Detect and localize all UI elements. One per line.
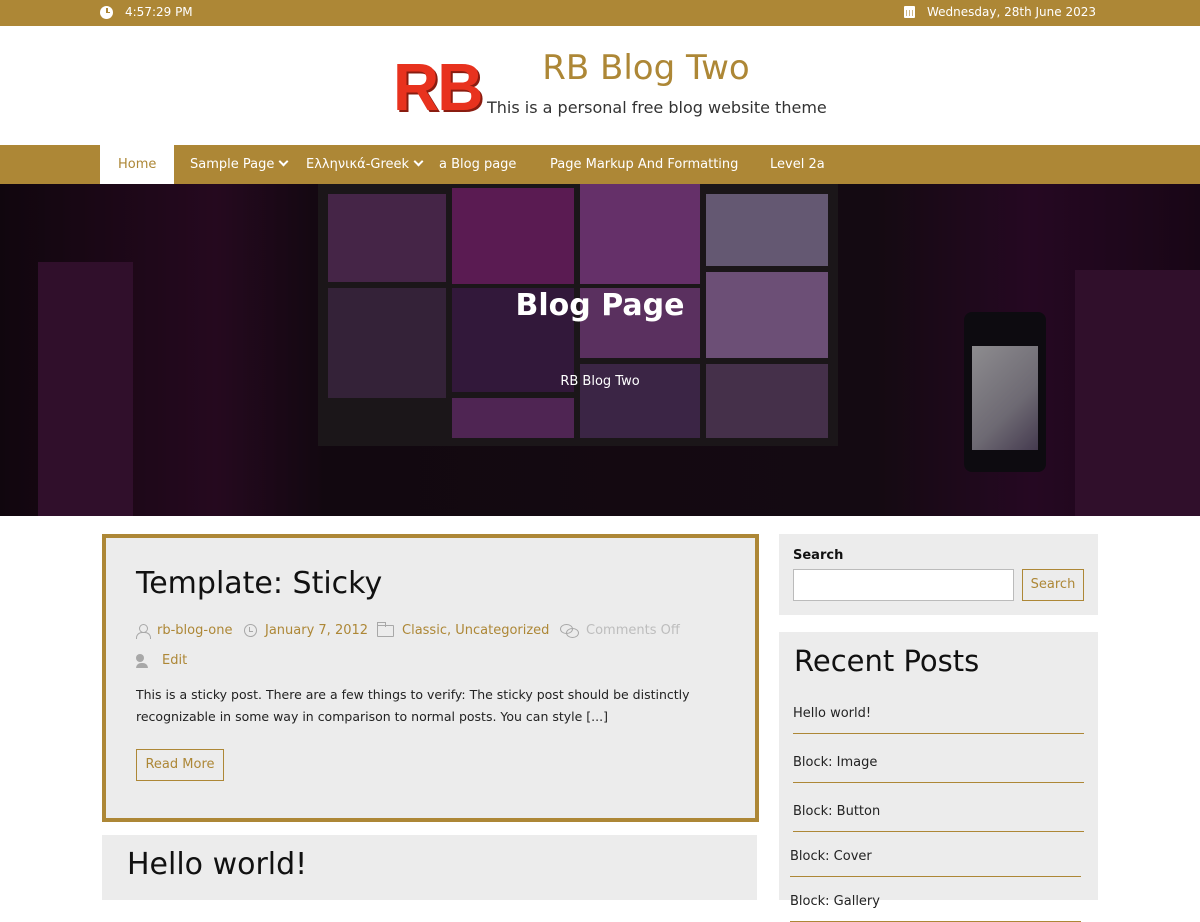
comments-icon (560, 624, 579, 638)
nav-item-home[interactable]: Home (100, 145, 175, 184)
page-title: Blog Page (515, 288, 685, 323)
post-card: Hello world! (102, 835, 757, 900)
folder-icon (376, 621, 394, 637)
post-title[interactable]: Hello world! (127, 847, 307, 882)
recent-posts-heading: Recent Posts (794, 644, 980, 678)
post-date-text: January 7, 2012 (265, 623, 369, 638)
edit-user-icon (136, 653, 154, 668)
current-time: 4:57:29 PM (100, 5, 193, 19)
site-title[interactable]: RB Blog Two (487, 48, 805, 88)
post-date[interactable]: January 7, 2012 (244, 623, 368, 638)
site-logo[interactable]: RB (393, 53, 483, 120)
site-header: RB RB Blog Two This is a personal free b… (0, 26, 1200, 145)
clock-icon (244, 624, 257, 637)
current-date: Wednesday, 28th June 2023 (904, 5, 1096, 19)
user-icon (136, 623, 151, 639)
nav-item-sample-page[interactable]: Sample Page (172, 145, 305, 184)
post-title[interactable]: Template: Sticky (136, 566, 382, 601)
post-categories-text: Classic, Uncategorized (402, 623, 550, 638)
recent-post-link[interactable]: Block: Button (793, 804, 1084, 832)
recent-posts-widget: Recent Posts Hello world! Block: Image B… (779, 632, 1098, 922)
recent-post-link[interactable]: Block: Image (793, 755, 1084, 783)
date-text: Wednesday, 28th June 2023 (927, 5, 1096, 19)
post-comments-text: Comments Off (586, 623, 680, 638)
post-edit-link[interactable]: Edit (136, 653, 187, 668)
read-more-button[interactable]: Read More (136, 749, 224, 781)
nav-item-blog-page[interactable]: a Blog page (421, 145, 534, 184)
recent-post-link[interactable]: Block: Gallery (790, 894, 1081, 922)
nav-item-page-markup[interactable]: Page Markup And Formatting (532, 145, 756, 184)
site-tagline: This is a personal free blog website the… (487, 98, 827, 117)
post-author[interactable]: rb-blog-one (136, 623, 233, 639)
nav-item-label: Page Markup And Formatting (550, 157, 739, 172)
nav-item-label: Ελληνικά-Greek (306, 157, 410, 172)
nav-item-greek[interactable]: Ελληνικά-Greek (288, 145, 440, 184)
recent-post-link[interactable]: Block: Cover (790, 849, 1081, 877)
nav-item-label: a Blog page (439, 157, 517, 172)
post-categories[interactable]: Classic, Uncategorized (376, 621, 550, 638)
search-input[interactable] (793, 569, 1014, 601)
nav-item-label: Home (118, 157, 157, 172)
post-card: Template: Sticky rb-blog-one January 7, … (102, 534, 759, 822)
clock-icon (100, 5, 113, 19)
calendar-icon (904, 6, 916, 18)
top-bar: 4:57:29 PM Wednesday, 28th June 2023 (0, 0, 1200, 26)
time-text: 4:57:29 PM (125, 5, 193, 19)
hero-banner: Blog Page RB Blog Two (0, 184, 1200, 516)
post-comments: Comments Off (560, 623, 680, 638)
breadcrumb[interactable]: RB Blog Two (0, 374, 1200, 389)
post-edit-text: Edit (162, 653, 188, 668)
main-navigation: Home Sample Page Ελληνικά-Greek a Blog p… (0, 145, 1200, 184)
search-button[interactable]: Search (1022, 569, 1084, 601)
nav-item-label: Sample Page (190, 157, 275, 172)
recent-post-link[interactable]: Hello world! (793, 706, 1084, 734)
post-excerpt: This is a sticky post. There are a few t… (136, 687, 690, 724)
search-widget: Search Search (779, 534, 1098, 615)
hero-overlay (0, 184, 1200, 516)
nav-item-label: Level 2a (770, 157, 825, 172)
search-label: Search (793, 548, 844, 563)
post-author-name: rb-blog-one (157, 623, 233, 638)
nav-item-level-2a[interactable]: Level 2a (752, 145, 843, 184)
